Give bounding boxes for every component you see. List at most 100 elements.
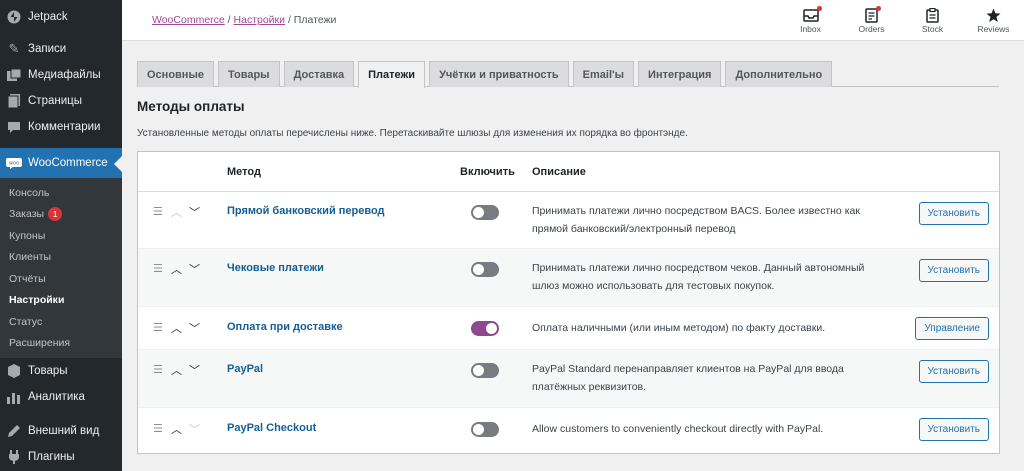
payment-method-description: Allow customers to conveniently checkout… xyxy=(532,423,824,435)
move-down-icon[interactable]: ﹀ xyxy=(189,362,200,378)
enable-toggle[interactable] xyxy=(471,422,499,437)
enable-toggle[interactable] xyxy=(471,321,499,336)
tab-general[interactable]: Основные xyxy=(137,61,214,87)
move-up-icon[interactable]: ︿ xyxy=(171,320,182,336)
manage-button[interactable]: Управление xyxy=(915,317,989,340)
menu-item-posts[interactable]: ✎ Записи xyxy=(0,36,122,62)
tab-shipping[interactable]: Доставка xyxy=(283,61,355,87)
plugins-icon xyxy=(6,449,22,465)
menu-item-plugins[interactable]: Плагины xyxy=(0,444,122,470)
orders-label: Orders xyxy=(858,24,885,34)
woo-icon: woo xyxy=(6,155,22,171)
setup-button[interactable]: Установить xyxy=(918,259,989,282)
svg-text:woo: woo xyxy=(9,160,19,166)
enable-toggle[interactable] xyxy=(471,363,499,378)
submenu-item-reports[interactable]: Отчёты xyxy=(0,268,122,290)
tab-accounts-privacy[interactable]: Учётки и приватность xyxy=(429,61,569,87)
column-header-description: Описание xyxy=(532,166,586,178)
submenu-label: Отчёты xyxy=(9,272,46,285)
menu-label: Внешний вид xyxy=(28,425,100,437)
tab-integration[interactable]: Интеграция xyxy=(638,61,722,87)
reviews-label: Reviews xyxy=(977,24,1010,34)
setup-button[interactable]: Установить xyxy=(918,360,989,383)
move-down-icon: ﹀ xyxy=(189,424,200,436)
menu-item-woocommerce[interactable]: woo WooCommerce xyxy=(0,148,122,178)
table-row: ☰ ︿ ﹀ Прямой банковский перевод Принимат… xyxy=(138,192,999,249)
table-header: Метод Включить Описание xyxy=(138,152,999,192)
menu-label: Комментарии xyxy=(28,121,101,133)
submenu-label: Расширения xyxy=(9,337,71,350)
drag-handle-icon[interactable]: ☰ xyxy=(153,262,163,275)
payment-method-description: PayPal Standard перенаправляет клиентов … xyxy=(532,363,844,393)
move-down-icon[interactable]: ﹀ xyxy=(189,204,200,220)
payment-method-name[interactable]: PayPal Checkout xyxy=(227,422,316,434)
breadcrumb-current: Платежи xyxy=(293,14,337,26)
drag-handle-icon[interactable]: ☰ xyxy=(153,321,163,334)
submenu-item-coupons[interactable]: Купоны xyxy=(0,225,122,247)
table-row: ☰ ︿ ﹀ Оплата при доставке Оплата наличны… xyxy=(138,307,999,350)
menu-label: WooCommerce xyxy=(28,157,108,169)
setup-button[interactable]: Установить xyxy=(918,418,989,441)
move-up-icon[interactable]: ︿ xyxy=(171,261,182,277)
inbox-label: Inbox xyxy=(800,24,821,34)
enable-toggle[interactable] xyxy=(471,262,499,277)
move-up-icon[interactable]: ︿ xyxy=(171,362,182,378)
payment-method-name[interactable]: Прямой банковский перевод xyxy=(227,205,385,217)
orders-button[interactable]: Orders xyxy=(841,0,902,40)
stock-button[interactable]: Stock xyxy=(902,0,963,40)
menu-label: Плагины xyxy=(28,451,75,463)
setup-button[interactable]: Установить xyxy=(918,202,989,225)
woocommerce-submenu: Консоль Заказы 1 Купоны Клиенты Отчёты На… xyxy=(0,178,122,358)
payment-methods-table: Метод Включить Описание ☰ ︿ ﹀ Прямой бан… xyxy=(137,151,1000,454)
move-down-icon[interactable]: ﹀ xyxy=(189,320,200,336)
section-title: Методы оплаты xyxy=(137,99,245,114)
settings-tabs: Основные Товары Доставка Платежи Учётки … xyxy=(137,61,999,88)
move-up-icon[interactable]: ︿ xyxy=(171,421,182,437)
menu-item-comments[interactable]: Комментарии xyxy=(0,114,122,140)
breadcrumb: WooCommerce / Настройки / Платежи xyxy=(152,14,336,26)
drag-handle-icon[interactable]: ☰ xyxy=(153,363,163,376)
menu-item-media[interactable]: Медиафайлы xyxy=(0,62,122,88)
menu-item-analytics[interactable]: Аналитика xyxy=(0,384,122,410)
tab-emails[interactable]: Email'ы xyxy=(572,61,635,87)
breadcrumb-link-woocommerce[interactable]: WooCommerce xyxy=(152,14,225,26)
tab-payments[interactable]: Платежи xyxy=(358,61,426,88)
comments-icon xyxy=(6,119,22,135)
activity-panel: Inbox Orders Stock Reviews xyxy=(780,0,1024,40)
menu-item-appearance[interactable]: Внешний вид xyxy=(0,418,122,444)
submenu-item-settings[interactable]: Настройки xyxy=(0,290,122,312)
pin-icon: ✎ xyxy=(8,41,20,56)
table-row: ☰ ︿ ﹀ PayPal PayPal Standard перенаправл… xyxy=(138,350,999,408)
submenu-item-console[interactable]: Консоль xyxy=(0,182,122,204)
submenu-item-orders[interactable]: Заказы 1 xyxy=(0,204,122,226)
tab-advanced[interactable]: Дополнительно xyxy=(725,61,833,87)
enable-toggle[interactable] xyxy=(471,205,499,220)
media-icon xyxy=(6,67,22,83)
menu-item-products[interactable]: Товары xyxy=(0,358,122,384)
reviews-button[interactable]: Reviews xyxy=(963,0,1024,40)
stock-label: Stock xyxy=(921,24,944,34)
admin-sidebar: Jetpack ✎ Записи Медиафайлы Страницы Ком… xyxy=(0,0,122,471)
drag-handle-icon[interactable]: ☰ xyxy=(153,205,163,218)
tab-products[interactable]: Товары xyxy=(217,61,280,87)
submenu-label: Заказы xyxy=(9,208,45,221)
table-row: ☰ ︿ ﹀ PayPal Checkout Allow customers to… xyxy=(138,408,999,452)
column-header-enable: Включить xyxy=(460,166,515,178)
breadcrumb-separator: / xyxy=(287,14,291,26)
submenu-item-extensions[interactable]: Расширения xyxy=(0,333,122,355)
payment-method-name[interactable]: Оплата при доставке xyxy=(227,321,343,333)
reviews-icon xyxy=(986,6,1001,24)
submenu-item-customers[interactable]: Клиенты xyxy=(0,247,122,269)
submenu-label: Статус xyxy=(9,315,43,328)
move-down-icon[interactable]: ﹀ xyxy=(189,261,200,277)
payment-method-name[interactable]: Чековые платежи xyxy=(227,262,324,274)
menu-item-jetpack[interactable]: Jetpack xyxy=(0,2,122,32)
jetpack-icon xyxy=(6,9,22,25)
menu-item-pages[interactable]: Страницы xyxy=(0,88,122,114)
analytics-icon xyxy=(6,389,22,405)
submenu-item-status[interactable]: Статус xyxy=(0,311,122,333)
breadcrumb-link-settings[interactable]: Настройки xyxy=(234,14,286,26)
inbox-button[interactable]: Inbox xyxy=(780,0,841,40)
drag-handle-icon[interactable]: ☰ xyxy=(153,422,163,435)
payment-method-name[interactable]: PayPal xyxy=(227,363,263,375)
